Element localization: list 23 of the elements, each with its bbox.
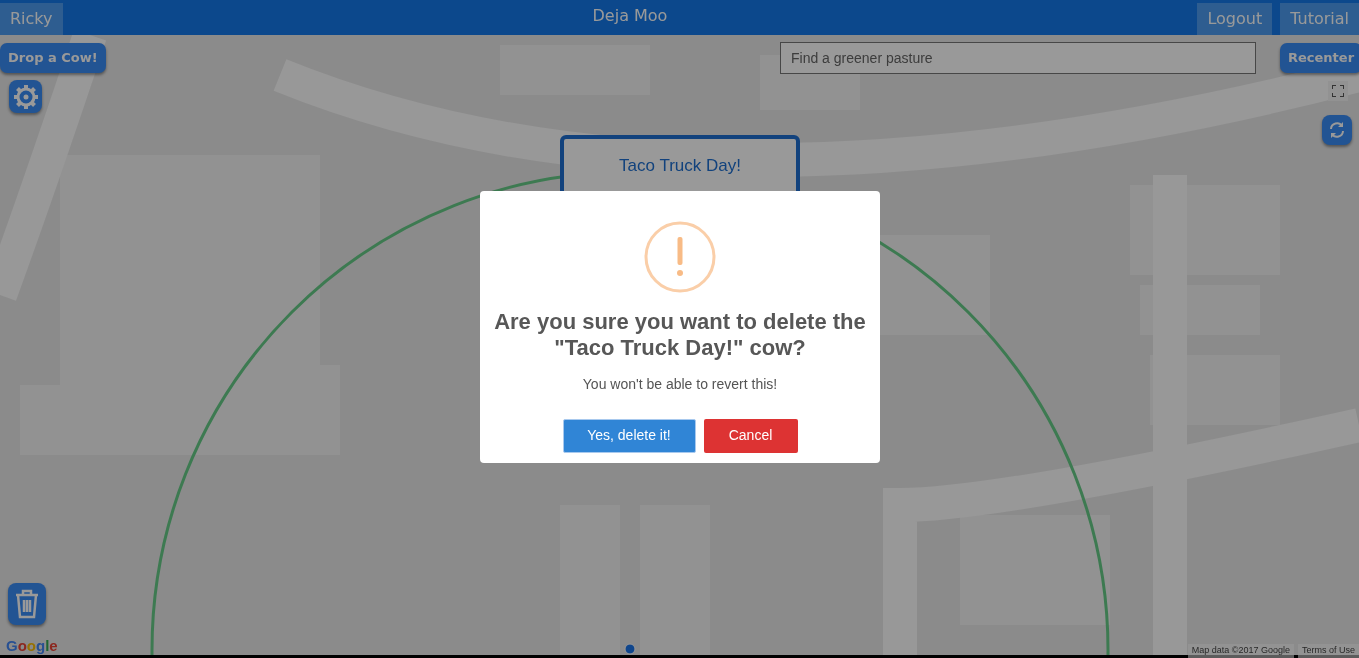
app-title: Deja Moo (592, 4, 668, 27)
dialog-message: You won't be able to revert this! (581, 374, 779, 394)
nav-button[interactable]: Logout (1197, 3, 1273, 35)
trash-icon (15, 589, 39, 619)
fullscreen-icon (1332, 85, 1344, 97)
dialog-title: Are you sure you want to delete the "Taco Truck Day!" cow? (493, 309, 867, 362)
fullscreen-button[interactable] (1328, 81, 1348, 101)
refresh-button[interactable] (1322, 115, 1352, 145)
warning-icon (644, 221, 716, 293)
marker-title: Taco Truck Day! (618, 155, 742, 177)
settings-button[interactable] (9, 80, 42, 113)
confirm-button[interactable]: Yes, delete it! (562, 418, 696, 453)
map-logo: Google (6, 636, 58, 656)
user-button[interactable]: Ricky (0, 3, 63, 35)
refresh-icon (1328, 121, 1346, 139)
search-field[interactable]: Find a greener pasture (780, 42, 1256, 74)
cancel-button[interactable]: Cancel (703, 418, 798, 453)
recenter-button[interactable]: Recenter (1280, 43, 1359, 73)
nav-button[interactable]: Tutorial (1280, 3, 1359, 35)
drop-cow-button[interactable]: Drop a Cow! (0, 43, 106, 73)
settings-icon (12, 83, 39, 110)
delete-button[interactable] (8, 583, 46, 625)
location-dot-icon (624, 643, 636, 655)
